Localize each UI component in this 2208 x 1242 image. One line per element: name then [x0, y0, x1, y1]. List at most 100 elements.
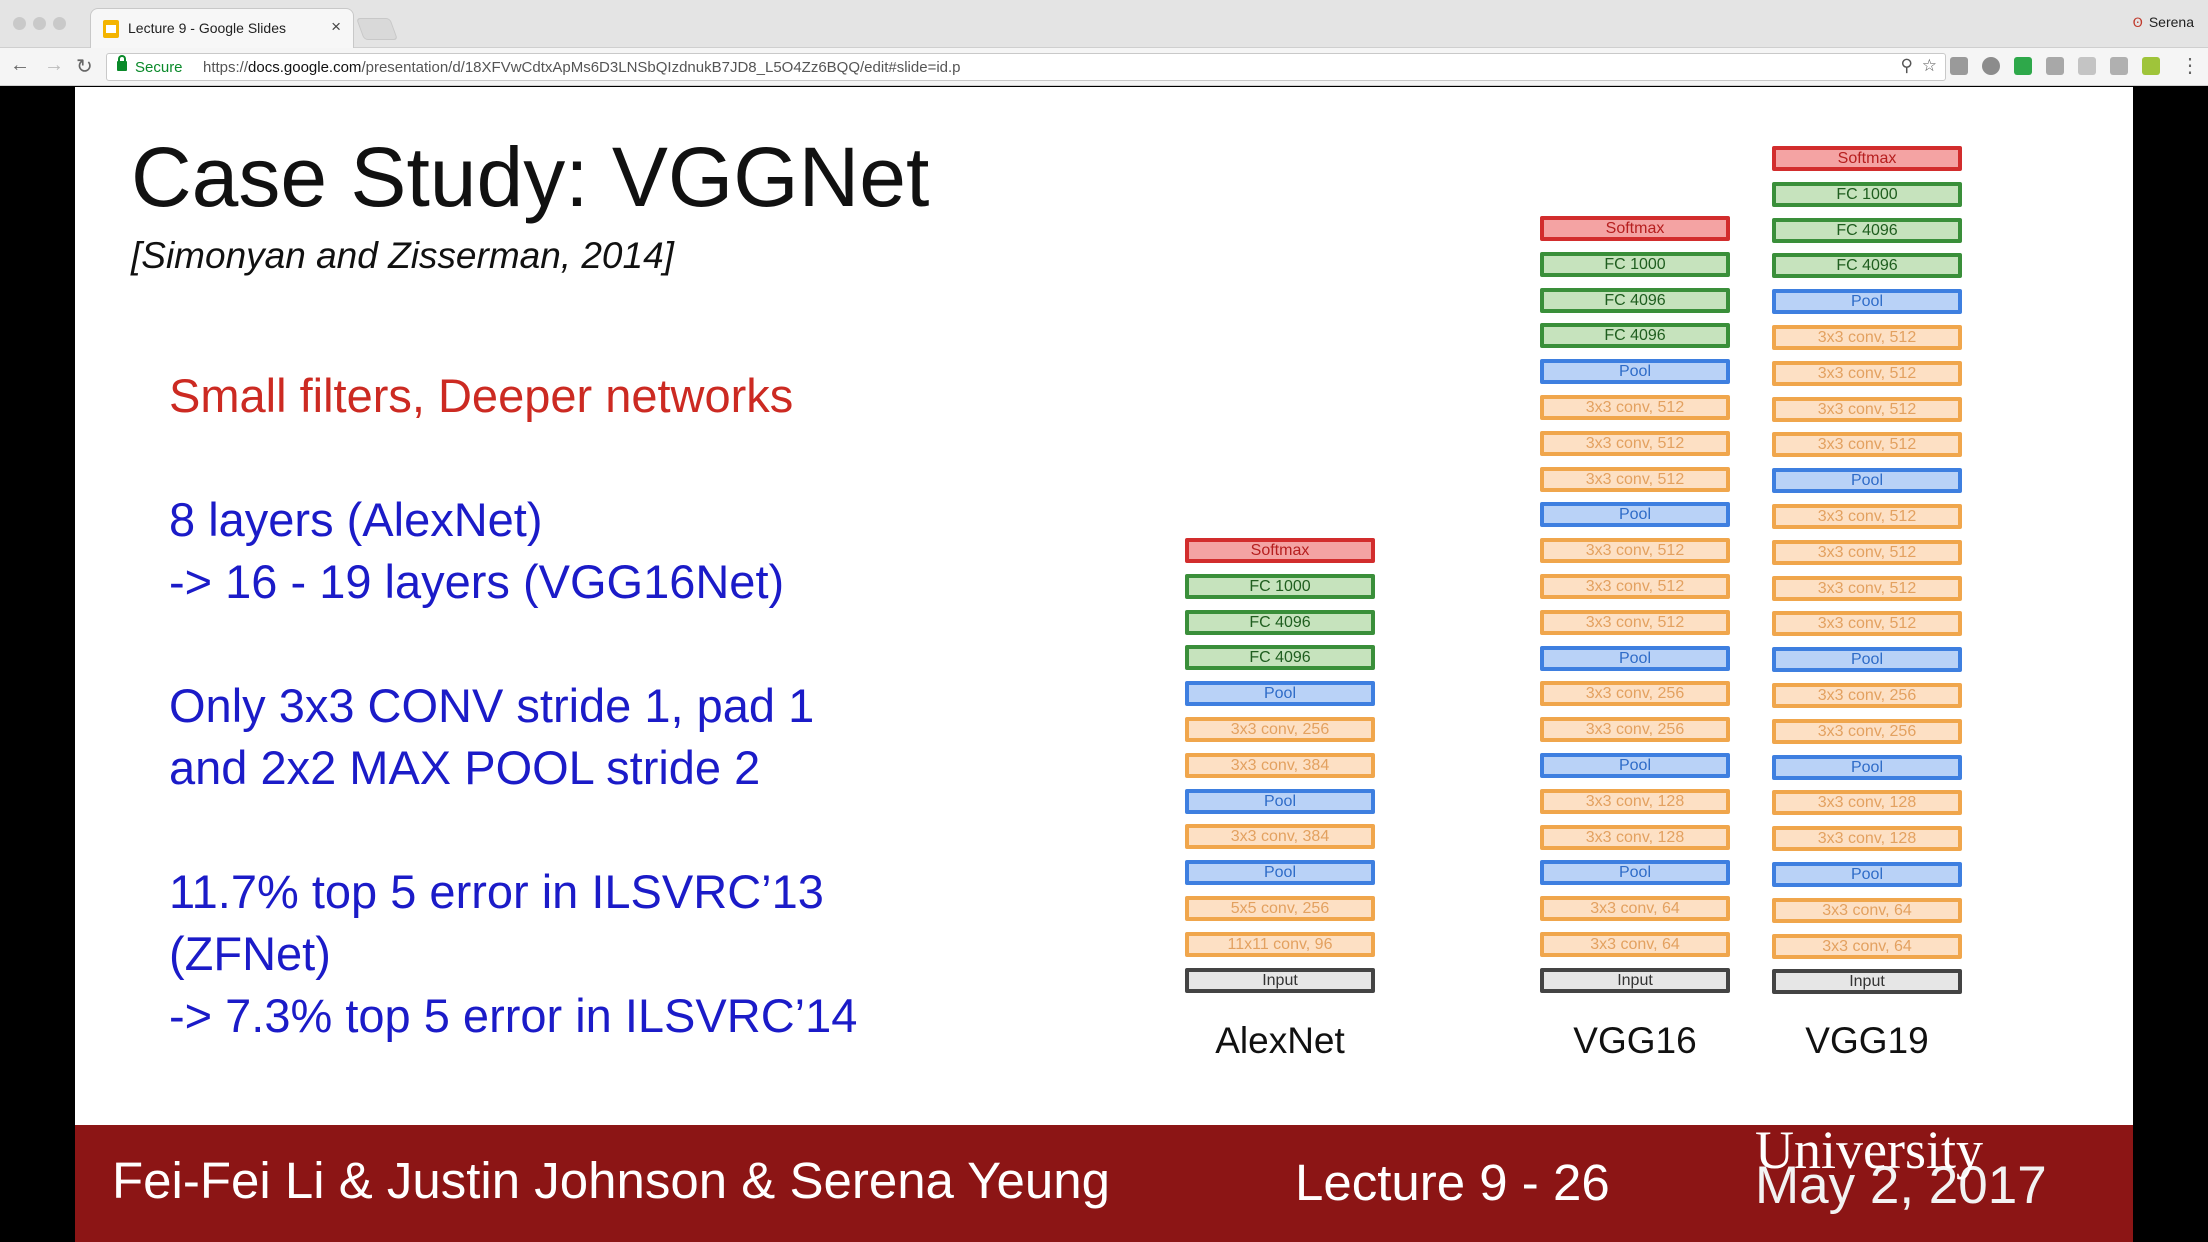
layer-conv: 3x3 conv, 384 — [1185, 824, 1375, 849]
footer-lecture-number: Lecture 9 - 26 — [1295, 1154, 1610, 1211]
slide-subtitle: [Simonyan and Zisserman, 2014] — [131, 235, 674, 276]
slide-footer: Fei-Fei Li & Justin Johnson & Serena Yeu… — [75, 1120, 2133, 1242]
checkmark-extension-icon[interactable] — [2014, 57, 2032, 75]
layer-conv: 5x5 conv, 256 — [1185, 896, 1375, 921]
layer-conv: 3x3 conv, 512 — [1540, 431, 1730, 456]
bullet-vgg-layers: -> 16 - 19 layers (VGG16Net) — [169, 555, 785, 608]
window-zoom-button[interactable] — [53, 17, 66, 30]
layer-pool: Pool — [1772, 647, 1962, 672]
zoom-icon[interactable]: ⚲ — [1901, 56, 1913, 76]
layer-fc: FC 4096 — [1185, 610, 1375, 635]
layer-conv: 3x3 conv, 512 — [1772, 576, 1962, 601]
bookmark-star-icon[interactable]: ☆ — [1922, 56, 1937, 76]
layer-conv: 3x3 conv, 64 — [1540, 896, 1730, 921]
university-wordmark: University — [1755, 1120, 1983, 1180]
profile-name: Serena — [2148, 14, 2194, 30]
layer-pool: Pool — [1772, 862, 1962, 887]
layer-softmax: Softmax — [1772, 146, 1962, 171]
extension-icon[interactable] — [1982, 57, 2000, 75]
lock-icon — [117, 55, 127, 71]
url-text[interactable]: https://docs.google.com/presentation/d/1… — [203, 59, 961, 76]
layer-conv: 3x3 conv, 128 — [1772, 790, 1962, 815]
slide-canvas: Case Study: VGGNet [Simonyan and Zisserm… — [75, 87, 2133, 1242]
layer-pool: Pool — [1540, 359, 1730, 384]
bullet-conv-stride: Only 3x3 CONV stride 1, pad 1 — [169, 679, 815, 732]
bullet-zfnet: (ZFNet) — [169, 927, 331, 980]
layer-pool: Pool — [1772, 755, 1962, 780]
forward-icon[interactable]: → — [44, 54, 64, 77]
layer-pool: Pool — [1185, 860, 1375, 885]
layer-fc: FC 1000 — [1540, 252, 1730, 277]
reload-icon[interactable]: ↻ — [76, 54, 93, 79]
layer-conv: 3x3 conv, 256 — [1540, 717, 1730, 742]
bullet-zfnet-error: 11.7% top 5 error in ILSVRC’13 — [169, 865, 824, 918]
tab-strip: Lecture 9 - Google Slides × Ꙩ Serena — [0, 0, 2208, 48]
slide-title: Case Study: VGGNet — [131, 130, 930, 224]
layer-fc: FC 4096 — [1540, 323, 1730, 348]
bullet-vgg-error: -> 7.3% top 5 error in ILSVRC’14 — [169, 989, 858, 1042]
layer-pool: Pool — [1185, 681, 1375, 706]
layer-conv: 3x3 conv, 64 — [1772, 898, 1962, 923]
layer-pool: Pool — [1540, 646, 1730, 671]
layer-conv: 3x3 conv, 512 — [1540, 574, 1730, 599]
layer-pool: Pool — [1540, 860, 1730, 885]
layer-fc: FC 1000 — [1185, 574, 1375, 599]
layer-conv: 3x3 conv, 512 — [1772, 325, 1962, 350]
layer-conv: 3x3 conv, 256 — [1185, 717, 1375, 742]
layer-pool: Pool — [1772, 289, 1962, 314]
layer-fc: FC 1000 — [1772, 182, 1962, 207]
bullet-max-pool: and 2x2 MAX POOL stride 2 — [169, 741, 761, 794]
layer-conv: 3x3 conv, 64 — [1540, 932, 1730, 957]
menu-icon[interactable]: ⋮ — [2180, 53, 2200, 78]
vgg16-label: VGG16 — [1573, 1020, 1697, 1061]
layer-fc: FC 4096 — [1185, 645, 1375, 670]
layer-pool: Pool — [1540, 502, 1730, 527]
layer-conv: 3x3 conv, 128 — [1540, 789, 1730, 814]
layer-conv: 3x3 conv, 512 — [1540, 395, 1730, 420]
layer-conv: 3x3 conv, 512 — [1540, 610, 1730, 635]
browser-toolbar: ← → ↻ Secure https://docs.google.com/pre… — [0, 48, 2208, 86]
layer-conv: 3x3 conv, 512 — [1772, 504, 1962, 529]
layer-conv: 3x3 conv, 512 — [1772, 397, 1962, 422]
play-extension-icon[interactable] — [2046, 57, 2064, 75]
leaf-extension-icon[interactable] — [2142, 57, 2160, 75]
layer-conv: 3x3 conv, 128 — [1772, 826, 1962, 851]
profile-icon: Ꙩ — [2132, 15, 2143, 30]
layer-conv: 11x11 conv, 96 — [1185, 932, 1375, 957]
layer-fc: FC 4096 — [1772, 253, 1962, 278]
layer-conv: 3x3 conv, 512 — [1772, 540, 1962, 565]
url-host: docs.google.com — [248, 59, 362, 76]
layer-fc: FC 4096 — [1540, 288, 1730, 313]
layer-conv: 3x3 conv, 512 — [1540, 467, 1730, 492]
eyedropper-extension-icon[interactable] — [1950, 57, 1968, 75]
tab-close-icon[interactable]: × — [331, 17, 341, 37]
layer-softmax: Softmax — [1540, 216, 1730, 241]
cast-icon[interactable] — [2110, 57, 2128, 75]
bullet-small-filters: Small filters, Deeper networks — [169, 369, 794, 422]
layer-softmax: Softmax — [1185, 538, 1375, 563]
secure-label: Secure — [135, 59, 183, 76]
new-tab-button[interactable] — [355, 18, 399, 40]
url-path: /presentation/d/18XFVwCdtxApMs6D3LNSbQIz… — [361, 59, 961, 76]
layer-conv: 3x3 conv, 512 — [1540, 538, 1730, 563]
layer-conv: 3x3 conv, 256 — [1772, 683, 1962, 708]
tab-lecture-9[interactable]: Lecture 9 - Google Slides × — [90, 8, 354, 48]
layer-conv: 3x3 conv, 256 — [1540, 681, 1730, 706]
profile-button[interactable]: Ꙩ Serena — [2133, 14, 2194, 31]
window-minimize-button[interactable] — [33, 17, 46, 30]
layer-conv: 3x3 conv, 128 — [1540, 825, 1730, 850]
layer-conv: 3x3 conv, 384 — [1185, 753, 1375, 778]
footer-authors: Fei-Fei Li & Justin Johnson & Serena Yeu… — [112, 1152, 1110, 1209]
address-bar[interactable]: Secure https://docs.google.com/presentat… — [106, 53, 1946, 81]
layer-conv: 3x3 conv, 256 — [1772, 719, 1962, 744]
extension-icon[interactable] — [2078, 57, 2096, 75]
alexnet-label: AlexNet — [1215, 1020, 1345, 1061]
back-icon[interactable]: ← — [10, 54, 30, 77]
layer-pool: Pool — [1185, 789, 1375, 814]
window-close-button[interactable] — [13, 17, 26, 30]
layer-input: Input — [1185, 968, 1375, 993]
slides-favicon-icon — [103, 20, 119, 38]
layer-fc: FC 4096 — [1772, 218, 1962, 243]
vgg19-label: VGG19 — [1805, 1020, 1929, 1061]
layer-conv: 3x3 conv, 512 — [1772, 361, 1962, 386]
